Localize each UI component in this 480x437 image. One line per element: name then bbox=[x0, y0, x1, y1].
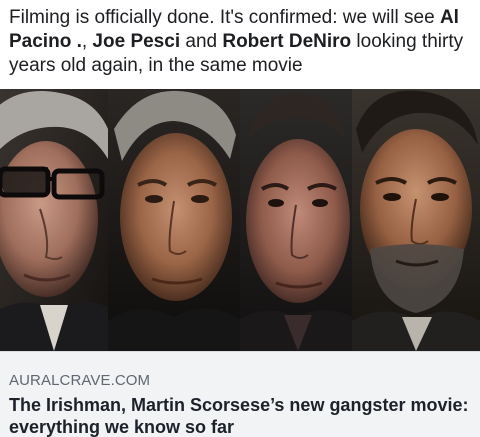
caption-text-2: , bbox=[81, 31, 93, 52]
link-title[interactable]: The Irishman, Martin Scorsese’s new gang… bbox=[9, 394, 470, 437]
caption-text-3: and bbox=[180, 31, 223, 52]
link-preview-image[interactable] bbox=[0, 89, 480, 351]
post-caption: Filming is officially done. It's confirm… bbox=[0, 0, 480, 85]
link-domain: AURALCRAVE.COM bbox=[9, 372, 151, 389]
facebook-post: Filming is officially done. It's confirm… bbox=[0, 0, 480, 437]
link-card[interactable]: AURALCRAVE.COM The Irishman, Martin Scor… bbox=[0, 351, 480, 437]
caption-name-joe-pesci: Joe Pesci bbox=[92, 31, 181, 52]
portrait-short-haired-man bbox=[240, 89, 352, 351]
portrait-glasses-man bbox=[0, 89, 108, 351]
portrait-bearded-man bbox=[352, 89, 480, 351]
caption-text-1: Filming is officially done. It's confirm… bbox=[9, 7, 440, 28]
caption-name-robert-deniro: Robert DeNiro bbox=[222, 31, 352, 52]
portrait-gray-haired-man bbox=[108, 89, 240, 351]
